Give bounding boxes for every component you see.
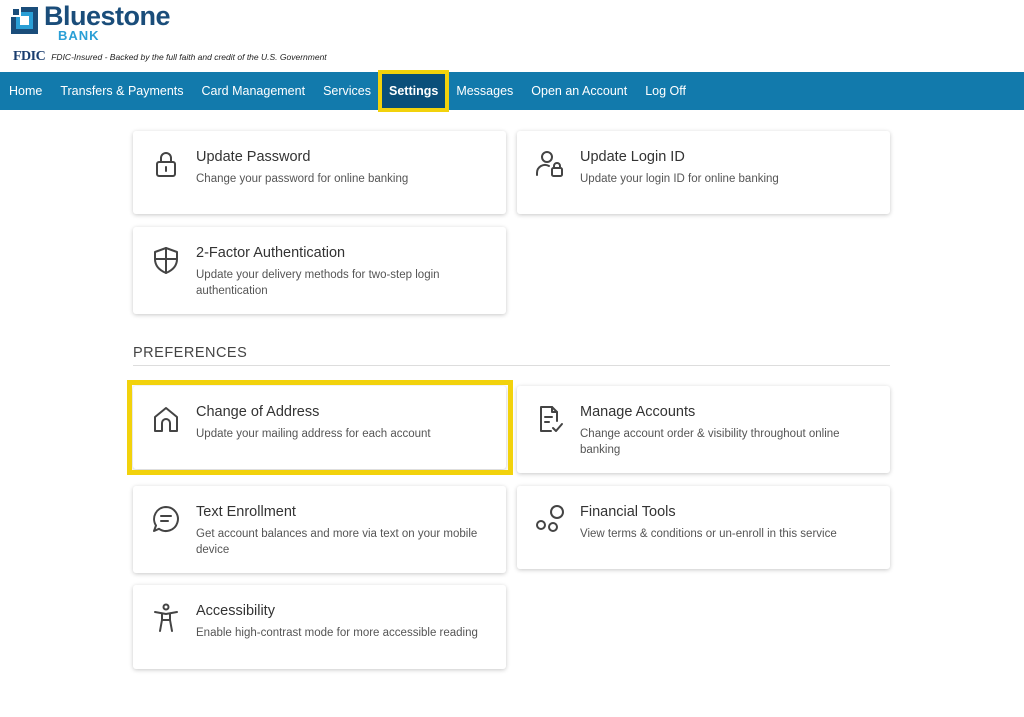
bluestone-logo-icon <box>11 7 38 34</box>
card-title: Update Login ID <box>580 149 685 165</box>
card-title: Update Password <box>196 149 311 165</box>
nav-settings[interactable]: Settings <box>377 70 450 112</box>
card-update-login-id[interactable]: Update Login ID Update your login ID for… <box>517 131 890 214</box>
card-accessibility[interactable]: Accessibility Enable high-contrast mode … <box>133 585 506 669</box>
card-title: Manage Accounts <box>580 404 696 420</box>
nav-log-off[interactable]: Log Off <box>636 72 695 110</box>
card-text-enrollment[interactable]: Text Enrollment Get account balances and… <box>133 486 506 573</box>
card-title: Text Enrollment <box>196 504 296 520</box>
nav-transfers-payments[interactable]: Transfers & Payments <box>51 72 192 110</box>
nav-messages[interactable]: Messages <box>447 72 522 110</box>
card-title: Financial Tools <box>580 504 676 520</box>
card-description: Update your delivery methods for two-ste… <box>196 269 440 297</box>
fdic-notice: FDIC FDIC-Insured - Backed by the full f… <box>13 49 327 64</box>
fdic-logo: FDIC <box>13 49 46 64</box>
card-description: Get account balances and more via text o… <box>196 528 478 556</box>
card-description: Update your login ID for online banking <box>580 173 779 185</box>
card-description: Change account order & visibility throug… <box>580 428 840 456</box>
card-manage-accounts[interactable]: Manage Accounts Change account order & v… <box>517 386 890 473</box>
main-nav: Home Transfers & Payments Card Managemen… <box>0 70 1024 112</box>
shield-icon <box>151 245 181 275</box>
bubbles-icon <box>535 504 565 534</box>
highlight-change-of-address <box>127 380 513 475</box>
bluestone-logo[interactable]: Bluestone BANK <box>11 3 171 43</box>
card-title: Accessibility <box>196 603 275 619</box>
fdic-text: FDIC-Insured - Backed by the full faith … <box>51 52 327 62</box>
card-financial-tools[interactable]: Financial Tools View terms & conditions … <box>517 486 890 569</box>
card-description: Change your password for online banking <box>196 173 409 185</box>
nav-home[interactable]: Home <box>0 72 51 110</box>
document-check-icon <box>535 404 565 434</box>
card-title: 2-Factor Authentication <box>196 245 346 261</box>
card-two-factor-auth[interactable]: 2-Factor Authentication Update your deli… <box>133 227 506 314</box>
section-divider <box>133 365 890 366</box>
nav-open-account[interactable]: Open an Account <box>522 72 636 110</box>
card-description: Enable high-contrast mode for more acces… <box>196 627 478 639</box>
nav-card-management[interactable]: Card Management <box>193 72 315 110</box>
section-title-preferences: PREFERENCES <box>133 345 248 361</box>
card-description: View terms & conditions or un-enroll in … <box>580 528 837 540</box>
chat-icon <box>151 504 181 534</box>
user-lock-icon <box>535 149 565 179</box>
accessibility-icon <box>151 603 181 633</box>
nav-services[interactable]: Services <box>314 72 380 110</box>
card-update-password[interactable]: Update Password Change your password for… <box>133 131 506 214</box>
brand-name: Bluestone <box>44 1 171 31</box>
brand-sub: BANK <box>58 28 100 43</box>
lock-icon <box>151 149 181 179</box>
